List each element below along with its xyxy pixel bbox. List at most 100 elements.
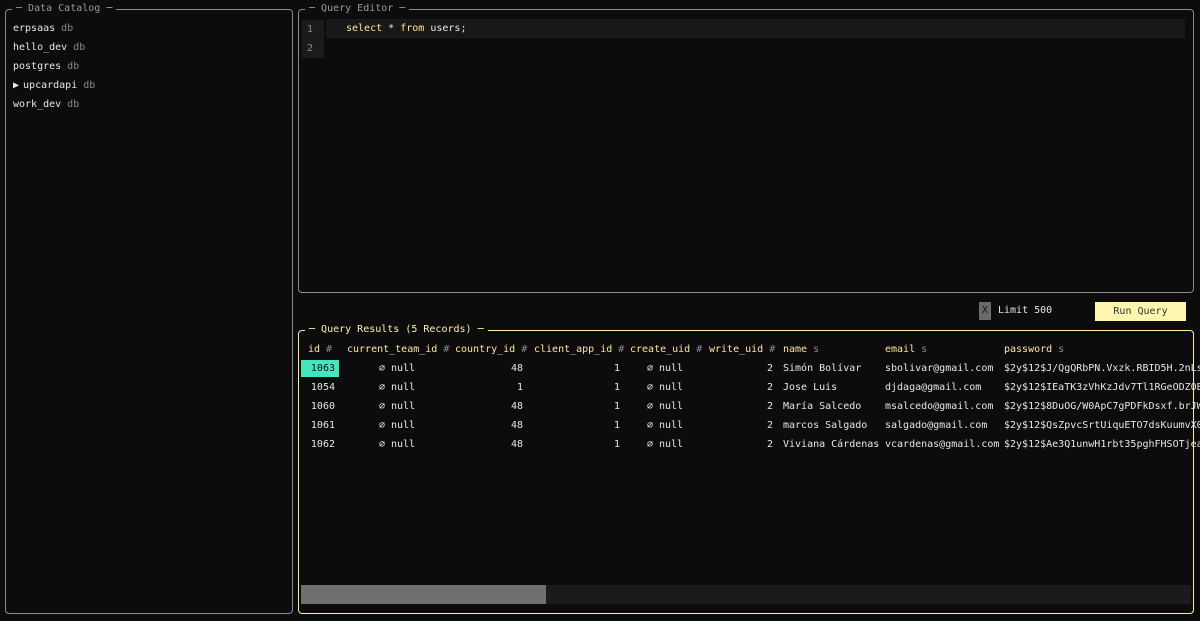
column-header-id[interactable]: id # xyxy=(308,343,332,357)
catalog-item-postgres[interactable]: postgres db xyxy=(13,60,79,74)
column-type-indicator: # xyxy=(521,344,528,355)
line-number: 2 xyxy=(307,43,314,54)
editor-line-1[interactable]: select * from users; xyxy=(326,19,1185,38)
column-header-write-uid[interactable]: write_uid # xyxy=(709,343,775,357)
column-header-client-app-id[interactable]: client_app_id # xyxy=(534,343,624,357)
data-catalog-title: ─ Data Catalog ─ xyxy=(12,3,117,15)
table-cell[interactable]: $2y$12$Ae3Q1unwH1rbt35pghFHSOTjea xyxy=(1004,438,1200,452)
table-cell[interactable]: ⌀ null xyxy=(630,419,700,433)
table-cell[interactable]: 1 xyxy=(534,400,620,414)
table-cell[interactable]: 2 xyxy=(709,400,773,414)
table-cell[interactable]: ⌀ null xyxy=(630,438,700,452)
catalog-item-type: db xyxy=(73,42,86,53)
catalog-item-type: db xyxy=(67,61,80,72)
table-cell[interactable]: ⌀ null xyxy=(630,400,700,414)
table-cell[interactable]: sbolivar@gmail.com xyxy=(885,362,995,376)
catalog-item-erpsaas[interactable]: erpsaas db xyxy=(13,22,73,36)
column-type-indicator: s xyxy=(813,344,820,355)
table-cell[interactable]: $2y$12$QsZpvcSrtUiquETO7dsKuumvX0 xyxy=(1004,419,1200,433)
table-cell[interactable]: 2 xyxy=(709,381,773,395)
table-cell[interactable]: Viviana Cárdenas xyxy=(783,438,879,452)
table-identifier: users; xyxy=(430,23,467,34)
limit-toggle-button[interactable]: X xyxy=(979,302,991,320)
table-cell[interactable]: 1 xyxy=(534,419,620,433)
catalog-item-upcardapi[interactable]: ▶ upcardapi db xyxy=(13,79,95,93)
table-cell[interactable]: 1054 xyxy=(301,381,339,395)
expand-arrow-icon[interactable]: ▶ xyxy=(13,80,19,91)
editor-line-2[interactable] xyxy=(326,38,1185,57)
catalog-item-name: work_dev xyxy=(13,99,62,110)
table-cell[interactable]: ⌀ null xyxy=(347,381,447,395)
column-header-password[interactable]: password s xyxy=(1004,343,1064,357)
table-cell[interactable]: ⌀ null xyxy=(347,419,447,433)
table-cell[interactable]: ⌀ null xyxy=(347,438,447,452)
table-cell[interactable]: ⌀ null xyxy=(347,362,447,376)
table-cell[interactable]: vcardenas@gmail.com xyxy=(885,438,999,452)
column-header-label: id xyxy=(308,344,321,355)
query-editor-title: ─ Query Editor ─ xyxy=(305,3,410,15)
column-header-current-team-id[interactable]: current_team_id # xyxy=(347,343,449,357)
column-header-create-uid[interactable]: create_uid # xyxy=(630,343,702,357)
column-header-name[interactable]: name s xyxy=(783,343,819,357)
column-header-label: country_id xyxy=(455,344,516,355)
column-type-indicator: # xyxy=(618,344,625,355)
column-header-email[interactable]: email s xyxy=(885,343,927,357)
table-cell[interactable]: Jose Luis xyxy=(783,381,878,395)
table-cell[interactable]: 1 xyxy=(534,362,620,376)
table-cell[interactable]: 1062 xyxy=(301,438,339,452)
scrollbar-thumb[interactable] xyxy=(301,585,546,604)
table-cell[interactable]: 2 xyxy=(709,362,773,376)
table-cell[interactable]: 48 xyxy=(449,419,523,433)
table-cell[interactable]: 1 xyxy=(534,438,620,452)
line-number: 1 xyxy=(307,24,314,35)
table-cell[interactable]: $2y$12$IEaTK3zVhKzJdv7Tl1RGeODZ0B xyxy=(1004,381,1200,395)
keyword-select: select xyxy=(346,23,383,34)
catalog-item-work-dev[interactable]: work_dev db xyxy=(13,98,79,112)
catalog-item-name: postgres xyxy=(13,61,62,72)
catalog-item-type: db xyxy=(67,99,80,110)
table-cell[interactable]: $2y$12$8DuOG/W0ApC7gPDFkDsxf.brJW xyxy=(1004,400,1200,414)
table-cell[interactable]: 1060 xyxy=(301,400,339,414)
column-header-label: current_team_id xyxy=(347,344,438,355)
column-header-country-id[interactable]: country_id # xyxy=(455,343,527,357)
column-header-label: email xyxy=(885,344,916,355)
table-cell[interactable]: 1 xyxy=(449,381,523,395)
operator-star: * xyxy=(388,23,395,34)
table-cell[interactable]: 1 xyxy=(534,381,620,395)
column-header-label: write_uid xyxy=(709,344,764,355)
catalog-item-hello-dev[interactable]: hello_dev db xyxy=(13,41,85,55)
table-cell[interactable]: ⌀ null xyxy=(630,362,700,376)
table-cell[interactable]: 2 xyxy=(709,419,773,433)
table-cell[interactable]: 2 xyxy=(709,438,773,452)
column-type-indicator: s xyxy=(921,344,928,355)
column-type-indicator: # xyxy=(696,344,703,355)
query-editor-panel[interactable]: ─ Query Editor ─ 1 2 select * from users… xyxy=(298,3,1194,293)
query-results-title: ─ Query Results (5 Records) ─ xyxy=(305,324,488,336)
column-header-label: create_uid xyxy=(630,344,691,355)
table-cell[interactable]: 48 xyxy=(449,362,523,376)
column-type-indicator: # xyxy=(443,344,450,355)
line-number-gutter: 1 2 xyxy=(302,20,324,58)
table-cell[interactable]: djdaga@gmail.com xyxy=(885,381,995,395)
table-cell[interactable]: María Salcedo xyxy=(783,400,878,414)
table-cell[interactable]: marcos Salgado xyxy=(783,419,878,433)
catalog-item-name: erpsaas xyxy=(13,23,56,34)
table-cell[interactable]: msalcedo@gmail.com xyxy=(885,400,995,414)
table-cell[interactable]: Simón Bolívar xyxy=(783,362,878,376)
catalog-item-name: hello_dev xyxy=(13,42,68,53)
table-cell[interactable]: $2y$12$J/QgQRbPN.Vxzk.RBID5H.2nLs xyxy=(1004,362,1200,376)
horizontal-scrollbar[interactable] xyxy=(301,585,1191,604)
table-cell[interactable]: 48 xyxy=(449,400,523,414)
table-cell[interactable]: 48 xyxy=(449,438,523,452)
limit-label: Limit 500 xyxy=(998,305,1053,316)
column-header-label: password xyxy=(1004,344,1053,355)
table-cell[interactable]: salgado@gmail.com xyxy=(885,419,995,433)
selected-cell[interactable]: 1063 xyxy=(301,360,339,377)
catalog-item-name: upcardapi xyxy=(23,80,78,91)
table-cell[interactable]: ⌀ null xyxy=(347,400,447,414)
column-type-indicator: # xyxy=(326,344,333,355)
table-cell[interactable]: ⌀ null xyxy=(630,381,700,395)
catalog-item-type: db xyxy=(83,80,96,91)
run-query-button[interactable]: Run Query xyxy=(1095,302,1186,321)
table-cell[interactable]: 1061 xyxy=(301,419,339,433)
